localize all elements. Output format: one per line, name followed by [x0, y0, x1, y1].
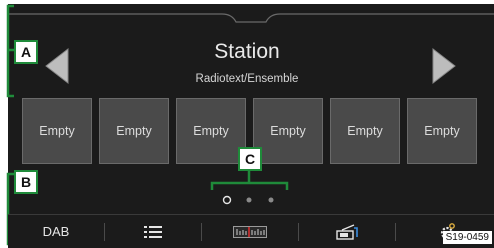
source-label: DAB: [42, 224, 70, 239]
preset-button-6[interactable]: Empty: [407, 98, 477, 164]
preset-button-3[interactable]: Empty: [176, 98, 246, 164]
station-radiotext: Radiotext/Ensemble: [195, 73, 299, 85]
slideshow-icon: [336, 223, 358, 240]
preset-label: Empty: [39, 124, 75, 138]
preset-button-2[interactable]: Empty: [99, 98, 169, 164]
page-dot-active: [222, 195, 232, 205]
frequency-band-icon: [233, 225, 267, 238]
slideshow-button[interactable]: [299, 215, 395, 248]
preset-button-4[interactable]: Empty: [253, 98, 323, 164]
page-indicator: [222, 195, 274, 205]
frequency-band-button[interactable]: [202, 215, 298, 248]
station-name: Station: [214, 40, 280, 63]
preset-button-5[interactable]: Empty: [330, 98, 400, 164]
station-list-button[interactable]: [105, 215, 201, 248]
next-station-arrow-icon[interactable]: [431, 47, 457, 85]
callout-label-b: B: [14, 170, 38, 194]
list-icon: [144, 225, 162, 238]
callout-label-c: C: [238, 147, 262, 171]
preset-label: Empty: [193, 124, 229, 138]
preset-button-1[interactable]: Empty: [22, 98, 92, 164]
source-dab-button[interactable]: DAB: [8, 215, 104, 248]
preset-label: Empty: [116, 124, 152, 138]
callout-label-a: A: [14, 40, 38, 64]
preset-label: Empty: [270, 124, 306, 138]
header-tab-notch: [8, 13, 494, 23]
preset-label: Empty: [347, 124, 383, 138]
page-dot: [268, 197, 274, 203]
page-dot: [246, 197, 252, 203]
bottom-menu-bar: DAB: [8, 214, 494, 248]
preset-label: Empty: [424, 124, 460, 138]
figure-reference-code: S19-0459: [442, 231, 492, 244]
previous-station-arrow-icon[interactable]: [44, 47, 70, 85]
